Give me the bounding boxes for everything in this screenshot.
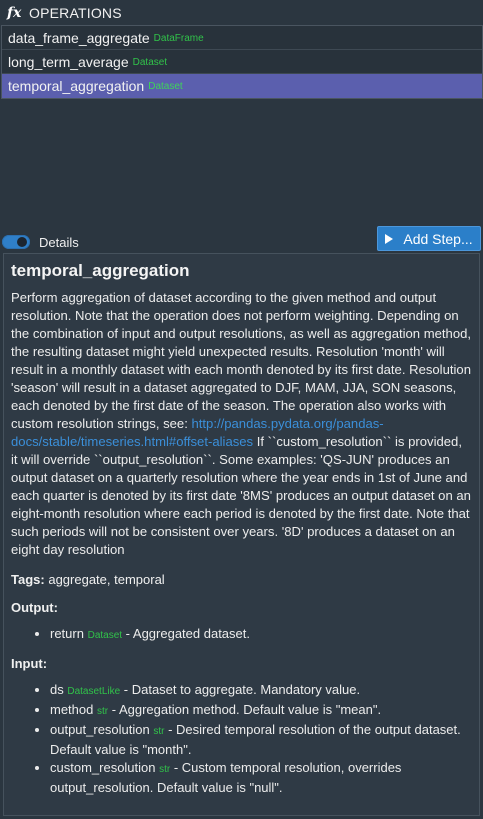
operation-type: DataFrame <box>153 33 204 44</box>
output-desc: - Aggregated dataset. <box>122 626 250 641</box>
output-list: return Dataset - Aggregated dataset. <box>11 625 472 645</box>
input-type: DatasetLike <box>67 686 121 697</box>
input-item: ds DatasetLike - Dataset to aggregate. M… <box>50 681 472 701</box>
toggle-knob <box>17 237 27 247</box>
operation-description: Perform aggregation of dataset according… <box>11 289 472 559</box>
play-icon <box>385 233 394 244</box>
description-text: Perform aggregation of dataset according… <box>11 290 472 431</box>
operation-details-panel: temporal_aggregation Perform aggregation… <box>3 253 480 816</box>
operation-item-temporal-aggregation[interactable]: temporal_aggregation Dataset <box>2 74 482 98</box>
operation-name: temporal_aggregation <box>8 77 145 94</box>
input-desc: - Aggregation method. Default value is "… <box>108 702 382 717</box>
operation-name: data_frame_aggregate <box>8 29 150 46</box>
operation-name: long_term_average <box>8 53 129 70</box>
input-type: str <box>159 764 171 775</box>
operation-item-long-term-average[interactable]: long_term_average Dataset <box>2 50 482 74</box>
details-toggle-row: Details <box>2 231 79 253</box>
input-name: output_resolution <box>50 722 150 737</box>
panel-title: OPERATIONS <box>29 5 122 21</box>
input-item: custom_resolution str - Custom temporal … <box>50 759 472 797</box>
output-type: Dataset <box>87 630 123 641</box>
output-heading: Output: <box>11 600 58 615</box>
tags-line: Tags: aggregate, temporal <box>11 571 472 589</box>
tags-label: Tags: <box>11 572 45 587</box>
input-type: str <box>153 726 165 737</box>
input-name: ds <box>50 682 64 697</box>
input-heading: Input: <box>11 656 48 671</box>
operation-type: Dataset <box>148 81 183 92</box>
details-toggle-label: Details <box>39 234 79 250</box>
input-desc: - Dataset to aggregate. Mandatory value. <box>120 682 361 697</box>
output-item: return Dataset - Aggregated dataset. <box>50 625 472 645</box>
input-item: output_resolution str - Desired temporal… <box>50 721 472 759</box>
input-item: method str - Aggregation method. Default… <box>50 701 472 721</box>
input-name: custom_resolution <box>50 760 156 775</box>
add-step-label: Add Step... <box>403 230 473 247</box>
operation-item-data-frame-aggregate[interactable]: data_frame_aggregate DataFrame <box>2 26 482 50</box>
input-list: ds DatasetLike - Dataset to aggregate. M… <box>11 681 472 797</box>
operations-header: fx OPERATIONS <box>0 0 483 26</box>
output-name: return <box>50 626 84 641</box>
operation-type: Dataset <box>132 57 168 68</box>
input-type: str <box>97 706 109 717</box>
details-toggle[interactable] <box>2 235 30 249</box>
fx-icon: fx <box>7 5 22 21</box>
operation-title: temporal_aggregation <box>11 261 190 280</box>
add-step-button[interactable]: Add Step... <box>377 226 481 251</box>
description-text-continued: If ``custom_resolution`` is provided, it… <box>11 434 471 557</box>
input-name: method <box>50 702 94 717</box>
tags-value: aggregate, temporal <box>48 572 165 587</box>
operations-list: data_frame_aggregate DataFrame long_term… <box>1 25 483 99</box>
